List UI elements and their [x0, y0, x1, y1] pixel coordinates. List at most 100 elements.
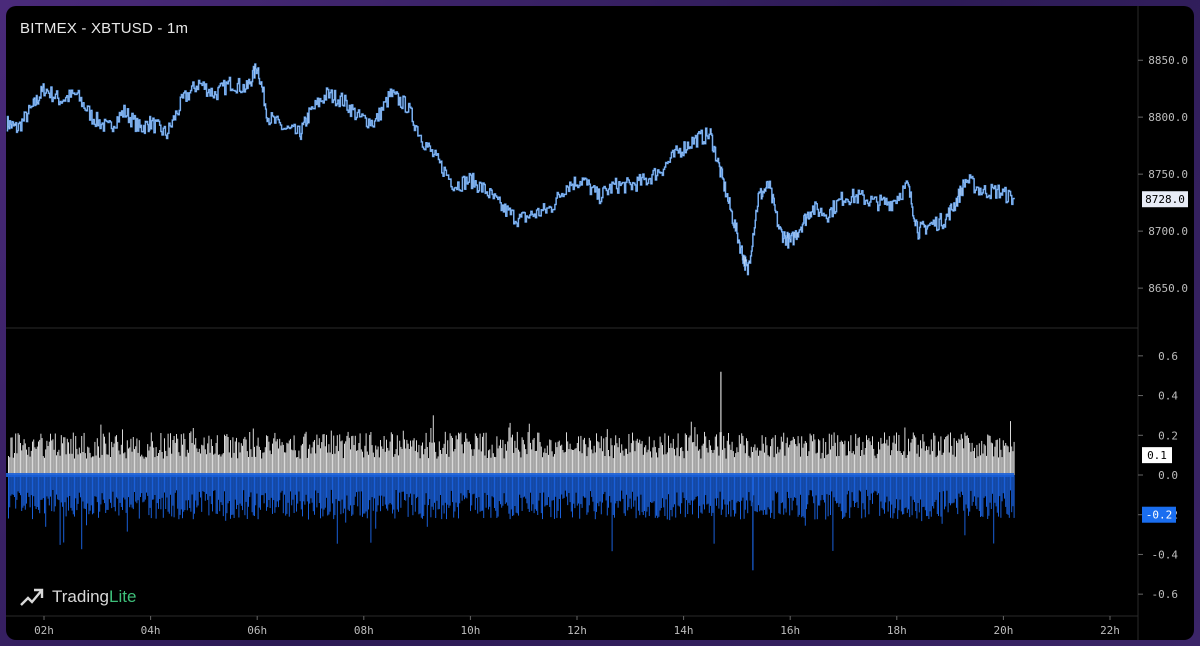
sell-volume-bar	[407, 475, 409, 517]
sell-volume-bar	[87, 475, 89, 504]
sell-volume-bar	[80, 475, 81, 498]
sell-volume-bar	[138, 475, 140, 519]
sell-volume-bar	[185, 475, 187, 501]
sell-volume-bar	[848, 475, 849, 491]
buy-volume-bar	[438, 441, 440, 475]
buy-volume-bar	[310, 453, 312, 475]
buy-volume-bar	[549, 439, 551, 475]
sell-volume-bar	[204, 475, 206, 501]
buy-volume-bar	[618, 438, 620, 475]
sell-volume-bar	[432, 475, 434, 510]
sell-volume-bar	[650, 475, 651, 503]
sell-volume-bar	[669, 475, 671, 521]
sell-volume-bar	[375, 475, 377, 529]
sell-volume-bar	[875, 475, 877, 492]
sell-volume-bar	[664, 475, 666, 516]
sell-volume-bar	[610, 475, 612, 503]
buy-volume-bar	[530, 442, 531, 475]
buy-volume-bar	[196, 448, 198, 475]
sell-volume-bar	[442, 475, 444, 506]
buy-volume-bar	[8, 456, 9, 475]
chart-canvas[interactable]: 8850.08800.08750.08700.08650.08728.00.60…	[6, 6, 1194, 640]
sell-volume-bar	[401, 475, 403, 492]
buy-volume-bar	[880, 437, 882, 475]
sell-volume-bar	[602, 475, 603, 503]
sell-volume-bar	[728, 475, 729, 515]
buy-volume-bar	[677, 433, 679, 475]
sell-volume-bar	[35, 475, 37, 509]
buy-volume-bar	[27, 454, 29, 475]
buy-volume-bar	[142, 456, 144, 475]
sell-volume-bar	[993, 475, 995, 544]
sell-volume-bar	[844, 475, 846, 517]
buy-volume-bar	[902, 454, 903, 475]
sell-volume-bar	[794, 475, 795, 498]
sell-volume-bar	[977, 475, 979, 498]
sell-volume-bar	[412, 475, 414, 516]
buy-volume-bar	[369, 434, 371, 475]
sell-volume-bar	[156, 475, 158, 504]
buy-volume-bar	[651, 457, 653, 475]
buy-volume-bar	[227, 437, 229, 475]
buy-volume-bar	[256, 445, 258, 475]
sell-volume-bar	[824, 475, 825, 503]
buy-volume-bar	[989, 435, 991, 475]
sell-volume-bar	[900, 475, 902, 512]
buy-volume-bar	[189, 433, 191, 475]
buy-volume-bar	[510, 437, 512, 475]
sell-volume-bar	[382, 475, 384, 506]
sell-volume-bar	[120, 475, 122, 507]
buy-volume-bar	[300, 445, 302, 475]
buy-volume-bar	[915, 437, 917, 475]
sell-volume-bar	[766, 475, 768, 515]
buy-volume-bar	[641, 441, 643, 475]
buy-volume-bar	[497, 448, 499, 475]
buy-volume-bar	[489, 449, 491, 475]
buy-volume-bar	[440, 450, 441, 475]
sell-volume-bar	[832, 475, 834, 551]
buy-volume-bar	[58, 449, 60, 475]
buy-volume-bar	[644, 447, 645, 475]
sell-volume-bar	[738, 475, 740, 502]
buy-volume-bar	[184, 439, 186, 475]
buy-volume-bar	[946, 436, 948, 475]
buy-volume-bar	[978, 443, 980, 475]
buy-volume-bar	[292, 450, 294, 475]
sell-volume-bar	[666, 475, 668, 520]
sell-volume-bar	[867, 475, 869, 497]
buy-volume-bar	[482, 436, 483, 475]
buy-volume-bar	[759, 450, 761, 475]
sell-volume-bar	[398, 475, 399, 512]
buy-volume-bar	[910, 442, 912, 475]
buy-volume-bar	[627, 453, 629, 475]
sell-volume-bar	[328, 475, 330, 515]
buy-volume-bar	[357, 450, 359, 475]
buy-volume-bar	[171, 453, 173, 475]
sell-volume-bar	[160, 475, 162, 510]
sell-volume-bar	[62, 475, 63, 507]
sell-volume-bar	[351, 475, 353, 516]
time-tick-label: 14h	[674, 624, 694, 637]
sell-volume-bar	[280, 475, 282, 493]
sell-volume-bar	[640, 475, 642, 495]
buy-volume-bar	[737, 452, 739, 475]
sell-volume-bar	[298, 475, 300, 492]
buy-volume-bar	[657, 457, 659, 475]
sell-volume-bar	[492, 475, 494, 498]
buy-volume-bar	[563, 452, 565, 475]
sell-volume-bar	[899, 475, 901, 500]
buy-volume-bar	[417, 452, 419, 475]
sell-volume-bar	[552, 475, 554, 501]
buy-volume-bar	[614, 445, 615, 475]
sell-volume-bar	[837, 475, 839, 503]
sell-volume-bar	[282, 475, 284, 514]
buy-volume-bar	[323, 434, 325, 475]
buy-volume-bar	[185, 456, 187, 475]
sell-volume-bar	[734, 475, 735, 517]
sell-volume-bar	[513, 475, 515, 516]
buy-volume-bar	[353, 445, 355, 475]
sell-volume-bar	[742, 475, 744, 498]
buy-volume-bar	[360, 449, 362, 475]
sell-volume-bar	[428, 475, 429, 506]
buy-volume-bar	[441, 453, 443, 475]
